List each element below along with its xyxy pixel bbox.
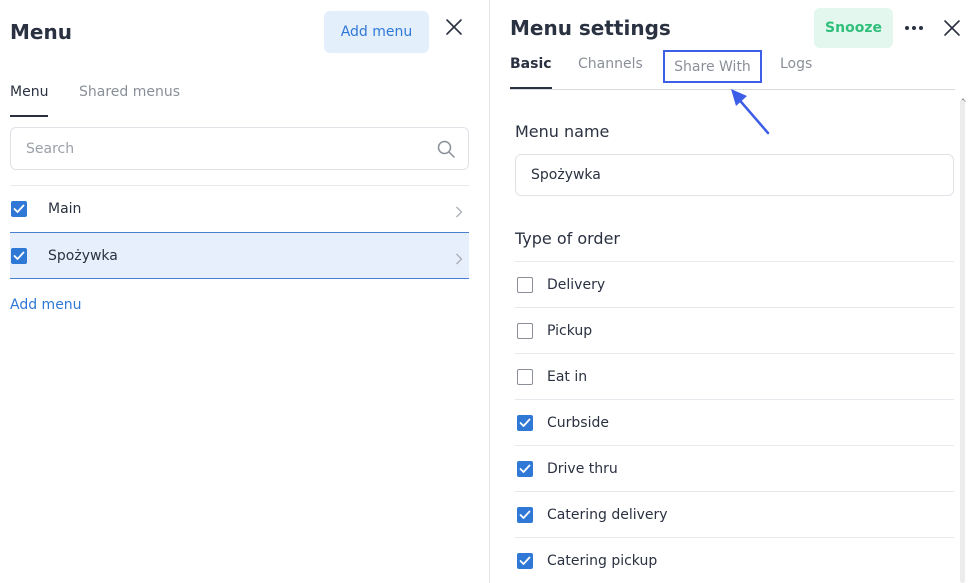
check-icon (519, 464, 531, 473)
menu-checkbox[interactable] (11, 201, 27, 217)
order-type-label: Eat in (547, 368, 588, 385)
order-type-label: Curbside (547, 414, 609, 431)
order-type-catering-delivery[interactable]: Catering delivery (515, 491, 954, 537)
order-type-list: Delivery Pickup Eat in Curbside Drive th… (515, 261, 954, 583)
menu-panel: Menu Add menu Menu Shared menus Main Spo… (0, 0, 489, 583)
order-type-delivery[interactable]: Delivery (515, 261, 954, 307)
search-input[interactable] (26, 128, 426, 169)
tab-menu[interactable]: Menu (10, 84, 49, 118)
scroll-up-arrow-icon[interactable] (959, 89, 967, 102)
close-icon[interactable] (942, 18, 962, 38)
check-icon (519, 418, 531, 427)
tab-share-with[interactable]: Share With (663, 50, 762, 83)
order-type-label: Catering delivery (547, 506, 668, 523)
order-type-label: Delivery (547, 276, 606, 293)
tab-logs[interactable]: Logs (780, 56, 812, 89)
list-item[interactable]: Spożywka (10, 232, 469, 279)
order-type-label: Pickup (547, 322, 593, 339)
order-type-label: Drive thru (547, 460, 618, 477)
menu-tabs: Menu Shared menus (10, 84, 470, 118)
list-item[interactable]: Main (10, 185, 469, 232)
order-type-curbside[interactable]: Curbside (515, 399, 954, 445)
order-type-drive-thru[interactable]: Drive thru (515, 445, 954, 491)
order-type-checkbox[interactable] (517, 276, 533, 293)
order-type-checkbox[interactable] (517, 506, 533, 523)
search-icon[interactable] (437, 140, 455, 158)
order-type-label: Catering pickup (547, 552, 658, 569)
add-menu-button[interactable]: Add menu (324, 11, 429, 53)
add-menu-link[interactable]: Add menu (10, 297, 82, 313)
search-box (10, 127, 469, 170)
tab-channels[interactable]: Channels (578, 56, 643, 89)
tab-basic[interactable]: Basic (510, 56, 552, 89)
order-type-eat-in[interactable]: Eat in (515, 353, 954, 399)
menu-checkbox[interactable] (11, 247, 27, 264)
order-type-catering-pickup[interactable]: Catering pickup (515, 537, 954, 583)
chevron-right-icon (455, 203, 463, 218)
order-type-checkbox[interactable] (517, 368, 533, 385)
menu-list: Main Spożywka (10, 185, 469, 279)
type-of-order-label: Type of order (515, 229, 621, 248)
list-item-label: Spożywka (48, 247, 118, 264)
menu-name-label: Menu name (515, 122, 610, 141)
order-type-checkbox[interactable] (517, 322, 533, 339)
more-horizontal-icon[interactable] (903, 16, 925, 40)
chevron-right-icon (455, 250, 463, 265)
settings-tabs: Basic Channels Share With Logs (510, 50, 955, 90)
order-type-checkbox[interactable] (517, 460, 533, 477)
scrollbar[interactable] (960, 100, 965, 583)
check-icon (519, 556, 531, 565)
menu-settings-panel: Menu settings Snooze Basic Channels Shar… (490, 0, 976, 583)
order-type-checkbox[interactable] (517, 552, 533, 569)
menu-settings-title: Menu settings (510, 16, 671, 40)
tab-shared-menus[interactable]: Shared menus (79, 84, 180, 118)
check-icon (13, 204, 25, 213)
snooze-button[interactable]: Snooze (814, 8, 893, 48)
check-icon (13, 251, 25, 260)
order-type-checkbox[interactable] (517, 414, 533, 431)
menu-panel-title: Menu (10, 20, 72, 44)
menu-name-field[interactable] (515, 154, 954, 196)
list-item-label: Main (48, 201, 82, 217)
close-icon[interactable] (443, 16, 465, 38)
order-type-pickup[interactable]: Pickup (515, 307, 954, 353)
check-icon (519, 510, 531, 519)
